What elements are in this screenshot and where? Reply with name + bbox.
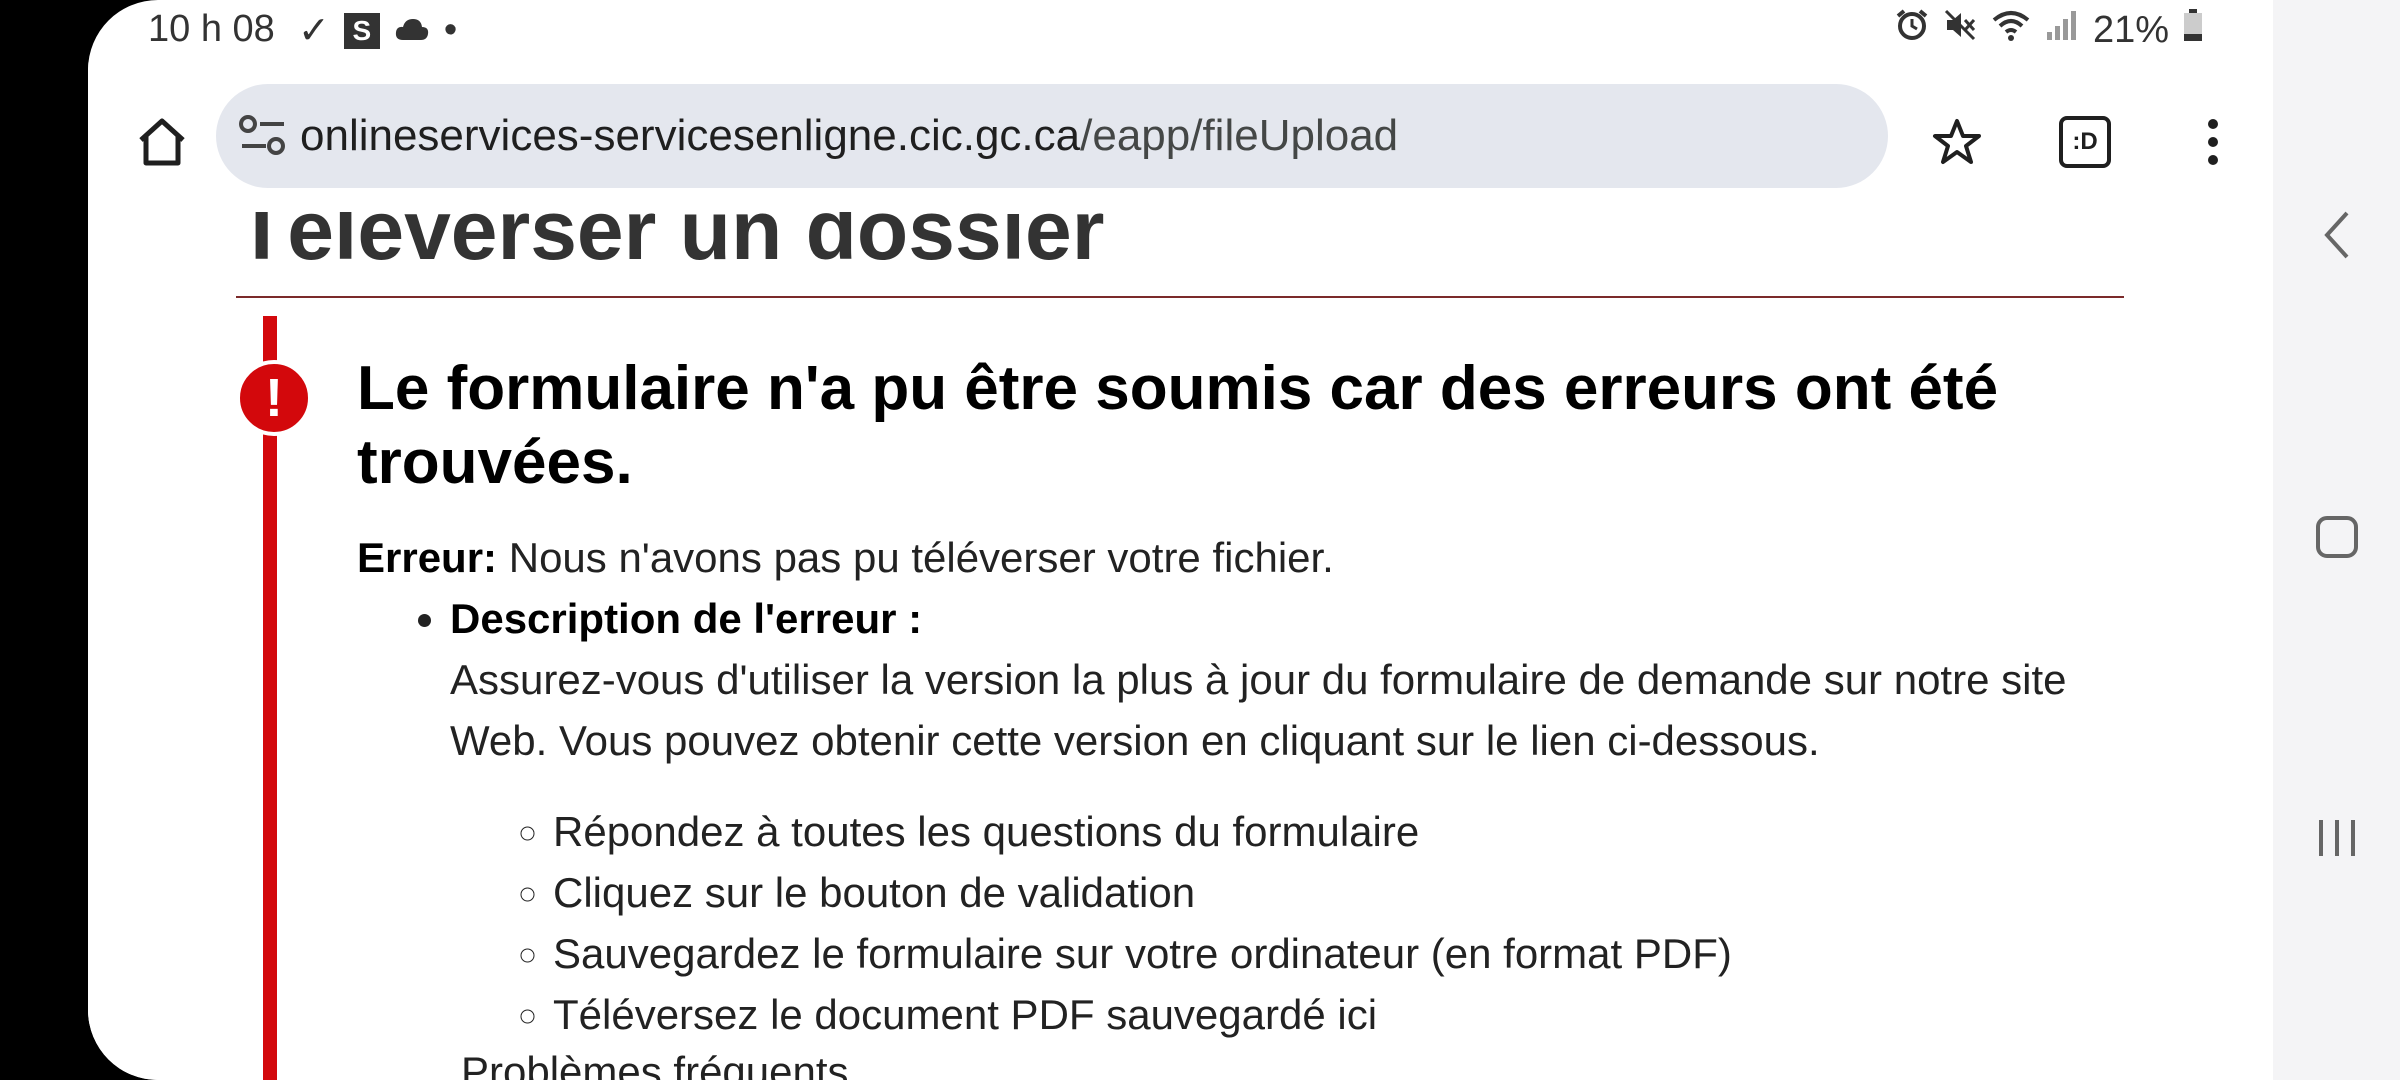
battery-percent: 21% (2092, 8, 2169, 51)
star-icon (1933, 119, 1981, 164)
s-app-icon: S (343, 12, 380, 49)
title-divider (236, 296, 2124, 298)
battery-icon (2183, 8, 2203, 52)
check-icon: ✓ (298, 10, 330, 52)
status-time: 10 h 08 (148, 8, 275, 50)
error-description-text: Assurez-vous d'utiliser la version la pl… (450, 656, 2067, 764)
error-message: Erreur: Nous n'avons pas pu téléverser v… (357, 534, 1334, 582)
url-bar[interactable]: onlineservices-servicesenligne.cic.gc.ca… (216, 84, 1888, 188)
tab-switcher-icon: :D (2059, 116, 2111, 168)
site-settings-icon[interactable] (238, 114, 288, 158)
browser-toolbar: onlineservices-servicesenligne.cic.gc.ca… (88, 62, 2273, 214)
step-item: Téléversez le document PDF sauvegardé ic… (553, 984, 2170, 1045)
more-vert-icon (2208, 119, 2218, 165)
step-item: Sauvegardez le formulaire sur votre ordi… (553, 923, 2170, 984)
menu-button[interactable] (2173, 102, 2253, 182)
exclamation-icon: ! (236, 360, 312, 436)
page-content: Téléverser un dossier ! Le formulaire n'… (88, 212, 2273, 1080)
home-icon (139, 118, 185, 166)
square-home-icon (2315, 516, 2358, 558)
alarm-icon (1895, 8, 1929, 52)
page-title: Téléverser un dossier (236, 212, 1105, 277)
steps-list: Répondez à toutes les questions du formu… (450, 801, 2170, 1045)
back-button[interactable] (2273, 175, 2400, 295)
error-label: Erreur: (357, 534, 498, 581)
url-text: onlineservices-servicesenligne.cic.gc.ca… (300, 111, 1398, 161)
signal-icon (2045, 8, 2079, 52)
tab-badge: :D (2072, 128, 2098, 155)
url-host: onlineservices-servicesenligne.cic.gc.ca (300, 111, 1081, 160)
tab-switcher-button[interactable]: :D (2045, 102, 2125, 182)
step-item: Répondez à toutes les questions du formu… (553, 801, 2170, 862)
dot-icon: • (443, 9, 458, 51)
status-left-icons: ✓ S • (298, 8, 457, 53)
step-item: Cliquez sur le bouton de validation (553, 862, 2170, 923)
error-description-list: Description de l'erreur : Assurez-vous d… (380, 588, 2170, 1045)
error-description-title: Description de l'erreur : (450, 595, 923, 642)
alert-heading: Le formulaire n'a pu être soumis car des… (357, 354, 1999, 497)
url-path: /eapp/fileUpload (1080, 111, 1399, 160)
wifi-icon (1991, 8, 2031, 52)
back-chevron-icon (2323, 211, 2348, 259)
error-text: Nous n'avons pas pu téléverser votre fic… (497, 534, 1334, 581)
recents-icon (2318, 820, 2355, 856)
status-right-icons: 21% (1895, 8, 2203, 52)
home-nav-button[interactable] (2273, 477, 2400, 597)
frequent-problems-link[interactable]: Problèmes fréquents (461, 1048, 849, 1080)
system-nav-bar (2273, 0, 2400, 1080)
status-bar: 10 h 08 ✓ S • 21% (88, 0, 2273, 62)
cloud-icon (394, 9, 430, 52)
bookmark-button[interactable] (1917, 102, 1997, 182)
recents-button[interactable] (2273, 778, 2400, 898)
home-button[interactable] (122, 102, 202, 182)
error-description-item: Description de l'erreur : Assurez-vous d… (450, 588, 2170, 1045)
phone-screen: 10 h 08 ✓ S • 21% onlineservices-service… (88, 0, 2273, 1080)
mute-icon (1943, 8, 1977, 52)
